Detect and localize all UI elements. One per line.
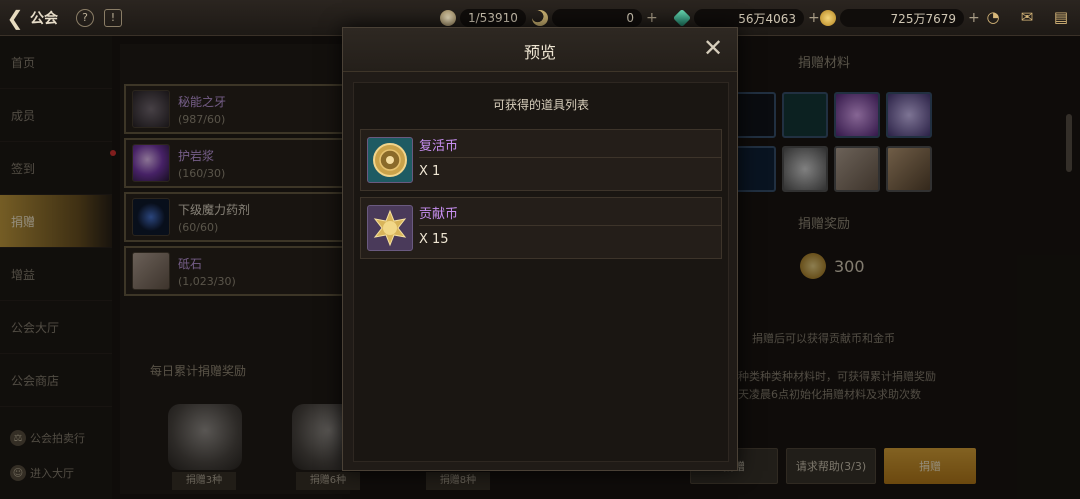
resource-value: 725万7679 (840, 9, 964, 27)
treasure-pot-icon[interactable]: ◔ (982, 7, 1004, 27)
top-icons: ◔ ✉ ▤ (982, 7, 1072, 27)
moon-icon (532, 10, 548, 26)
info-icon[interactable]: ! (104, 8, 122, 27)
add-gold-button[interactable]: + (968, 10, 980, 26)
modal-title: 预览 (523, 43, 556, 62)
resource-value: 1/53910 (460, 9, 526, 27)
chat-icon[interactable]: ▤ (1050, 7, 1072, 27)
contribution-coin-icon (367, 205, 413, 251)
resource-gold: 725万7679 + (820, 8, 980, 28)
stamina-icon (440, 10, 456, 26)
add-gem-button[interactable]: + (808, 10, 820, 26)
item-list-subtitle: 可获得的道具列表 (492, 98, 589, 112)
item-quantity: X 1 (419, 164, 441, 179)
resource-value: 56万4063 (694, 9, 804, 27)
close-icon[interactable]: ✕ (701, 36, 725, 60)
list-item[interactable]: 贡献币 X 15 (360, 197, 722, 259)
revive-coin-icon (367, 137, 413, 183)
modal-header: 预览 ✕ (343, 28, 737, 72)
add-moon-button[interactable]: + (646, 10, 658, 26)
resource-value: 0 (552, 9, 642, 27)
item-name: 复活币 (419, 137, 721, 158)
preview-modal: 预览 ✕ 可获得的道具列表 复活币 X 1 贡献币 X 15 (342, 27, 738, 471)
gold-coin-icon (820, 10, 836, 26)
resource-moon: 0 + (532, 8, 658, 28)
list-item[interactable]: 复活币 X 1 (360, 129, 722, 191)
resource-gem: 56万4063 + (672, 8, 820, 28)
help-icon[interactable]: ? (76, 8, 94, 27)
mail-icon[interactable]: ✉ (1016, 7, 1038, 27)
page-title: 公会 (30, 10, 58, 27)
gem-icon (672, 8, 692, 28)
resource-stamina: 1/53910 (440, 8, 526, 28)
back-arrow-icon[interactable]: ❮ (0, 0, 30, 36)
item-quantity: X 15 (419, 232, 449, 247)
modal-body: 可获得的道具列表 复活币 X 1 贡献币 X 15 (353, 82, 729, 462)
item-name: 贡献币 (419, 205, 721, 226)
